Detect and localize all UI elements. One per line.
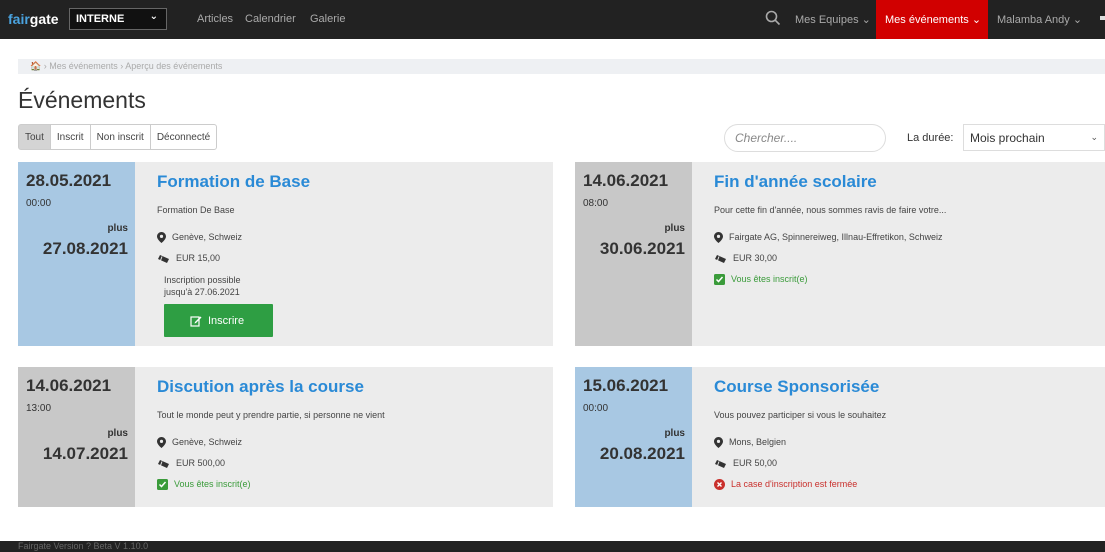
event-registration-note: Inscription possible jusqu'à 27.06.2021 (164, 275, 241, 297)
filter-registered-button[interactable]: Inscrit (49, 124, 91, 150)
event-card[interactable]: 28.05.2021 00:00 plus 27.08.2021 Formati… (18, 162, 553, 346)
event-description: Tout le monde peut y prendre partie, si … (157, 410, 385, 420)
event-location: Genève, Schweiz (157, 437, 242, 449)
event-date-column: 15.06.2021 00:00 plus 20.08.2021 (575, 367, 692, 507)
event-start-time: 00:00 (26, 198, 52, 209)
breadcrumb: 🏠 › Mes événements › Aperçu des événemen… (18, 59, 1105, 74)
register-button[interactable]: Inscrire (164, 304, 273, 337)
event-location: Fairgate AG, Spinnereiweg, Illnau-Effret… (714, 232, 942, 244)
event-title[interactable]: Discution après la course (157, 377, 364, 397)
event-date-column: 14.06.2021 13:00 plus 14.07.2021 (18, 367, 135, 507)
duration-select-value: Mois prochain (970, 131, 1045, 145)
map-marker-icon (157, 232, 166, 244)
event-end-date: 20.08.2021 (599, 444, 685, 463)
filter-logged-out-button[interactable]: Déconnecté (149, 124, 218, 150)
ticket-icon (158, 254, 169, 263)
chevron-down-icon: ⌄ (861, 14, 871, 26)
event-end-date: 27.08.2021 (42, 239, 128, 258)
event-price: EUR 50,00 (714, 458, 777, 469)
search-input[interactable]: Chercher.... (724, 124, 886, 152)
event-start-time: 00:00 (583, 403, 609, 414)
nav-events-dropdown[interactable]: Mes événements ⌄ (876, 0, 988, 39)
event-title[interactable]: Course Sponsorisée (714, 377, 879, 397)
duration-label: La durée: (907, 132, 954, 144)
event-description: Vous pouvez participer si vous le souhai… (714, 410, 887, 420)
fairgate-logo[interactable]: fairgate (8, 11, 59, 27)
filter-not-registered-button[interactable]: Non inscrit (89, 124, 151, 150)
map-marker-icon (714, 437, 723, 449)
nav-link-galerie[interactable]: Galerie (310, 13, 345, 25)
footer-version-text: Fairgate Version ? Beta V 1.10.0 (18, 541, 149, 551)
event-title[interactable]: Fin d'année scolaire (714, 172, 877, 192)
event-price: EUR 30,00 (714, 253, 777, 264)
event-plus-label: plus (107, 223, 128, 234)
breadcrumb-item-events[interactable]: Mes événements (49, 61, 118, 71)
event-card[interactable]: 15.06.2021 00:00 plus 20.08.2021 Course … (575, 367, 1105, 507)
top-navbar: fairgate INTERNE ⌄ Articles Calendrier G… (0, 0, 1105, 39)
event-start-date: 28.05.2021 (26, 171, 112, 190)
event-end-date: 30.06.2021 (599, 239, 685, 258)
ticket-icon (715, 254, 726, 263)
event-location: Mons, Belgien (714, 437, 786, 449)
event-end-date: 14.07.2021 (42, 444, 128, 463)
event-plus-label: plus (664, 428, 685, 439)
nav-user-dropdown[interactable]: Malamba Andy ⌄ (997, 13, 1082, 26)
event-title[interactable]: Formation de Base (157, 172, 310, 192)
nav-teams-dropdown[interactable]: Mes Equipes ⌄ (795, 13, 871, 26)
event-card[interactable]: 14.06.2021 13:00 plus 14.07.2021 Discuti… (18, 367, 553, 507)
times-circle-icon (714, 479, 725, 491)
nav-link-articles[interactable]: Articles (197, 13, 233, 25)
registration-closed-status: La case d'inscription est fermée (714, 479, 857, 491)
nav-extra-icon[interactable] (1100, 16, 1105, 20)
event-description: Formation De Base (157, 205, 235, 215)
breadcrumb-item-overview: Aperçu des événements (125, 61, 223, 71)
map-marker-icon (714, 232, 723, 244)
filter-button-group: Tout Inscrit Non inscrit Déconnecté (18, 124, 218, 150)
duration-select[interactable]: Mois prochain ⌄ (963, 124, 1105, 151)
event-price: EUR 500,00 (157, 458, 225, 469)
filter-all-button[interactable]: Tout (18, 124, 51, 150)
event-description: Pour cette fin d'année, nous sommes ravi… (714, 205, 947, 215)
event-start-time: 13:00 (26, 403, 52, 414)
registered-status: Vous êtes inscrit(e) (157, 479, 251, 491)
edit-icon (190, 316, 202, 327)
chevron-down-icon: ⌄ (1090, 132, 1098, 142)
search-icon[interactable] (764, 9, 782, 27)
event-card[interactable]: 14.06.2021 08:00 plus 30.06.2021 Fin d'a… (575, 162, 1105, 346)
page-title: Événements (18, 87, 146, 113)
chevron-down-icon: ⌄ (1072, 14, 1083, 26)
event-date-column: 28.05.2021 00:00 plus 27.08.2021 (18, 162, 135, 346)
check-square-icon (157, 479, 168, 491)
org-select-value: INTERNE (76, 13, 125, 25)
map-marker-icon (157, 437, 166, 449)
nav-link-calendrier[interactable]: Calendrier (245, 13, 296, 25)
footer: Fairgate Version ? Beta V 1.10.0 (0, 541, 1105, 552)
home-icon[interactable]: 🏠 (30, 61, 41, 71)
chevron-down-icon: ⌄ (971, 14, 982, 26)
event-date-column: 14.06.2021 08:00 plus 30.06.2021 (575, 162, 692, 346)
event-start-date: 15.06.2021 (583, 376, 669, 395)
org-select[interactable]: INTERNE ⌄ (69, 8, 167, 30)
event-plus-label: plus (107, 428, 128, 439)
registered-status: Vous êtes inscrit(e) (714, 274, 808, 286)
event-price: EUR 15,00 (157, 253, 220, 264)
event-start-time: 08:00 (583, 198, 609, 209)
event-location: Genève, Schweiz (157, 232, 242, 244)
ticket-icon (715, 459, 726, 468)
event-plus-label: plus (664, 223, 685, 234)
event-start-date: 14.06.2021 (26, 376, 112, 395)
chevron-down-icon: ⌄ (149, 11, 158, 22)
check-square-icon (714, 274, 725, 286)
event-start-date: 14.06.2021 (583, 171, 669, 190)
ticket-icon (158, 459, 169, 468)
